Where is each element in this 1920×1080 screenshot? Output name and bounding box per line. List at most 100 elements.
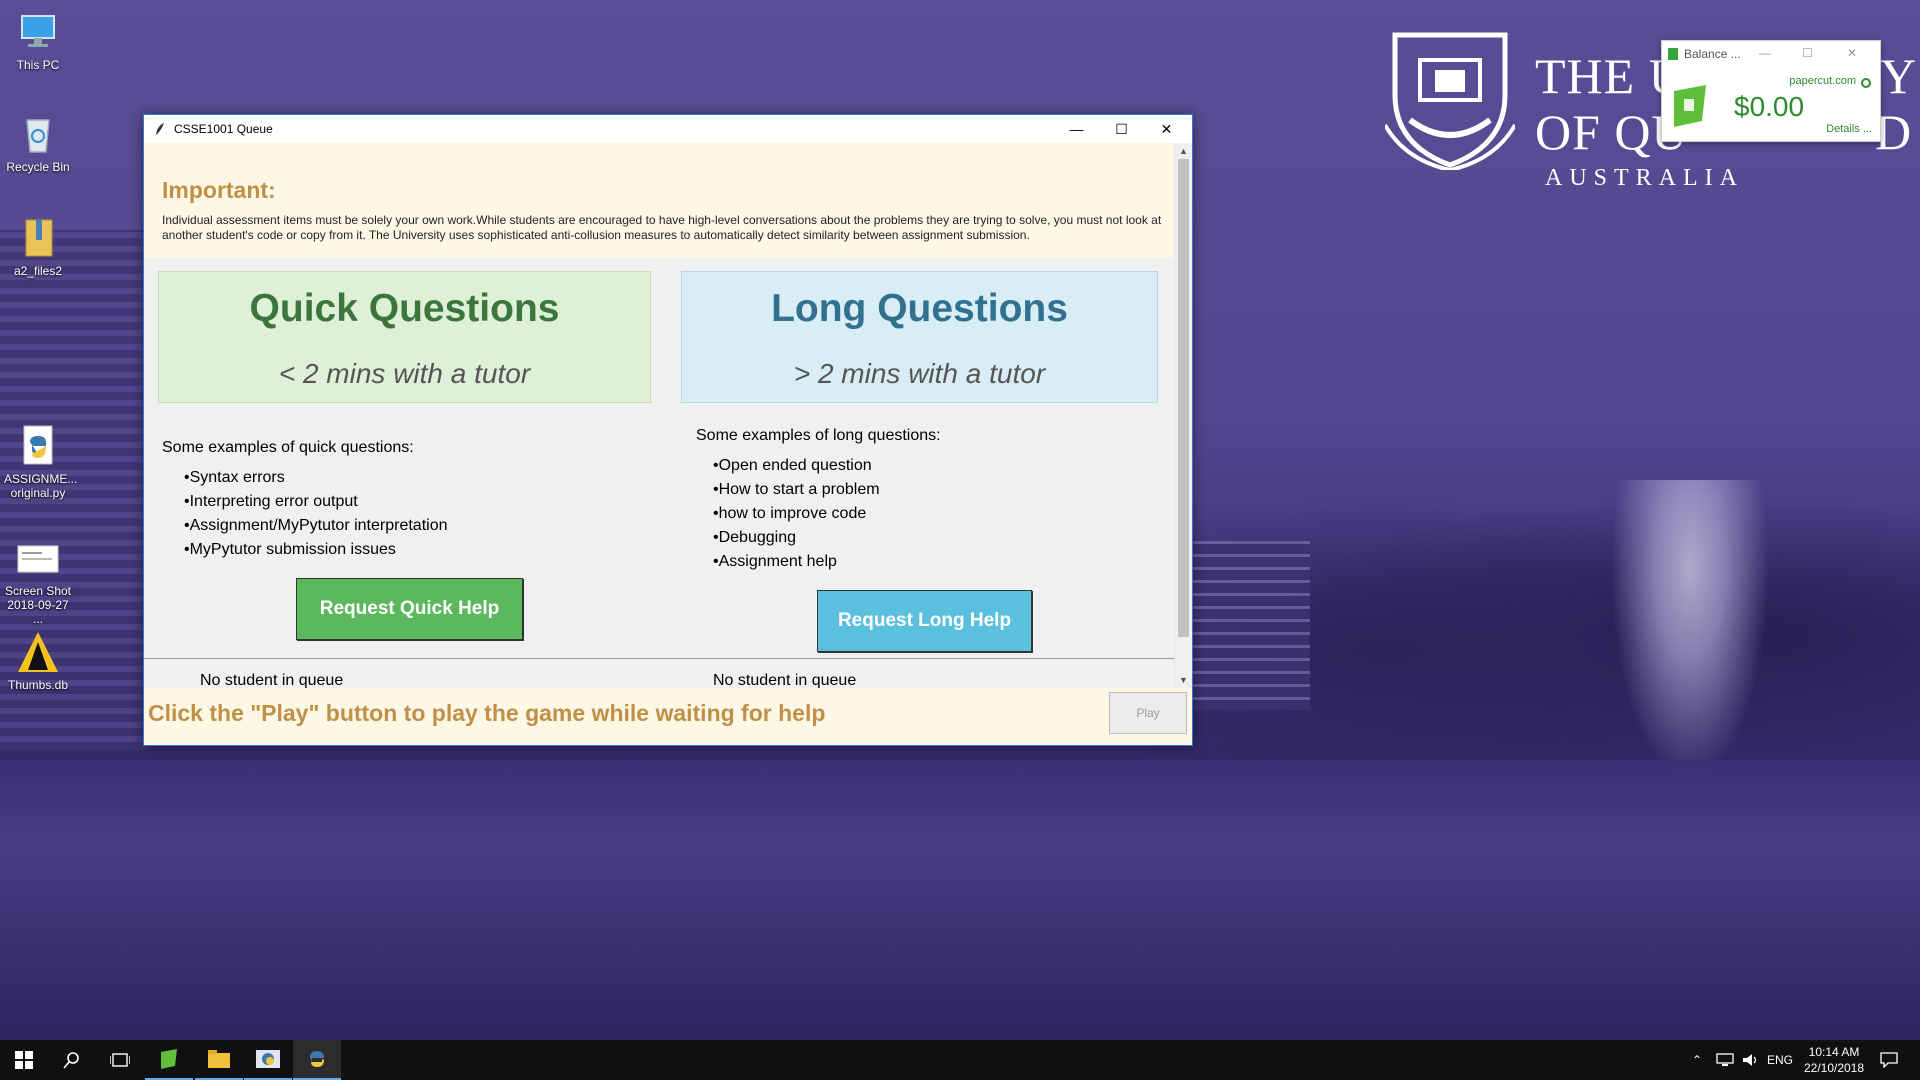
wallpaper-fountain (1610, 480, 1770, 780)
papercut-title: Balance ... (1684, 47, 1741, 61)
papercut-site-link[interactable]: papercut.com (1789, 75, 1856, 87)
important-text: Individual assessment items must be sole… (162, 213, 1162, 242)
quick-queue-status: No student in queue (200, 672, 344, 688)
window-titlebar[interactable]: CSSE1001 Queue — ☐ ✕ (144, 115, 1192, 143)
close-button[interactable]: ✕ (1144, 115, 1189, 143)
image-file-icon (17, 545, 59, 573)
taskbar-python-idle[interactable] (244, 1040, 292, 1080)
list-item: •Assignment help (713, 553, 837, 570)
desktop-icon-label: Screen Shot 2018-09-27 ... (4, 584, 72, 626)
papercut-details-link[interactable]: Details ... (1826, 123, 1872, 135)
search-button[interactable] (48, 1040, 96, 1080)
notification-icon (1880, 1052, 1898, 1068)
clock-date: 22/10/2018 (1803, 1061, 1865, 1075)
wallpaper-building (1180, 540, 1310, 710)
desktop-icon-label: Recycle Bin (6, 160, 70, 174)
quick-questions-panel: Quick Questions < 2 mins with a tutor (158, 271, 651, 403)
divider (144, 658, 1174, 659)
long-queue-status: No student in queue (713, 672, 857, 688)
volume-tray[interactable] (1742, 1040, 1760, 1080)
long-examples-heading: Some examples of long questions: (696, 427, 941, 444)
papercut-balance-window[interactable]: Balance ... — ☐ ✕ papercut.com $0.00 Det… (1661, 40, 1881, 142)
quick-examples-list: •Syntax errors •Interpreting error outpu… (184, 468, 448, 564)
list-item: •Interpreting error output (184, 493, 358, 510)
close-icon[interactable]: ✕ (1847, 46, 1857, 60)
desktop-icon-recycle-bin[interactable]: Recycle Bin (4, 112, 72, 174)
minimize-icon[interactable]: — (1759, 46, 1771, 60)
list-item: •how to improve code (713, 505, 867, 522)
thumbs-db-icon (18, 632, 58, 672)
minimize-button[interactable]: — (1054, 115, 1099, 143)
clock-time: 10:14 AM (1808, 1045, 1860, 1059)
desktop-icon-a2-files[interactable]: a2_files2 (4, 216, 72, 278)
folder-icon (208, 1050, 230, 1068)
desktop-icon-thumbs-db[interactable]: Thumbs.db (4, 630, 72, 692)
taskbar: ⌃ ENG 10:14 AM 22/10/2018 (0, 1040, 1920, 1080)
network-tray[interactable] (1716, 1040, 1734, 1080)
request-long-help-button[interactable]: Request Long Help (817, 590, 1032, 652)
zip-folder-icon (25, 219, 53, 257)
queue-app-window[interactable]: CSSE1001 Queue — ☐ ✕ Important: Individu… (143, 114, 1193, 746)
search-icon (63, 1052, 79, 1069)
tk-feather-icon (156, 123, 164, 135)
recycle-bin-icon (26, 119, 50, 153)
papercut-balance-amount: $0.00 (1734, 91, 1805, 122)
desktop-icon-screenshot[interactable]: Screen Shot 2018-09-27 ... (4, 536, 72, 626)
taskbar-papercut[interactable] (145, 1040, 193, 1080)
window-title: CSSE1001 Queue (174, 122, 273, 136)
play-button[interactable]: Play (1109, 692, 1187, 734)
scroll-down-icon[interactable]: ▼ (1179, 675, 1188, 685)
quick-questions-heading: Quick Questions (249, 287, 560, 330)
computer-icon (21, 15, 55, 47)
maximize-icon[interactable]: ☐ (1802, 46, 1813, 60)
refresh-icon[interactable] (1860, 77, 1872, 89)
taskbar-clock[interactable]: 10:14 AM 22/10/2018 (1800, 1044, 1868, 1076)
important-heading: Important: (162, 177, 276, 203)
quick-examples-heading: Some examples of quick questions: (162, 439, 414, 456)
long-examples-list: •Open ended question •How to start a pro… (713, 456, 880, 576)
papercut-app-icon (161, 1049, 177, 1069)
volume-icon (1743, 1054, 1757, 1066)
wallpaper-lake (0, 760, 1920, 1040)
minimize-icon: — (1069, 121, 1084, 137)
task-view-button[interactable] (96, 1040, 144, 1080)
long-questions-heading: Long Questions (771, 287, 1068, 330)
list-item: •Open ended question (713, 457, 872, 474)
taskbar-queue-app[interactable] (293, 1040, 341, 1080)
desktop-icon-label: This PC (16, 58, 60, 72)
windows-start-icon (15, 1051, 33, 1069)
tray-overflow[interactable]: ⌃ (1692, 1040, 1702, 1080)
list-item: •Syntax errors (184, 469, 285, 486)
request-quick-help-button[interactable]: Request Quick Help (296, 578, 523, 640)
important-notice: Important: Individual assessment items m… (144, 143, 1174, 257)
play-bar: Click the "Play" button to play the game… (144, 688, 1192, 745)
chevron-up-icon[interactable]: ⌃ (1692, 1053, 1702, 1067)
desktop-icon-python-file[interactable]: ASSIGNME... original.py (4, 424, 78, 500)
vertical-scrollbar[interactable]: ▲ ▼ (1174, 143, 1192, 688)
python-file-icon (23, 425, 53, 465)
list-item: •MyPytutor submission issues (184, 541, 396, 558)
desktop-icon-this-pc[interactable]: This PC (4, 10, 72, 72)
uq-logo-line: Y (1880, 48, 1918, 104)
action-center[interactable] (1880, 1040, 1898, 1080)
desktop-icon-label: a2_files2 (13, 264, 63, 278)
desktop-icon-label: ASSIGNME... original.py (4, 472, 78, 500)
language-indicator[interactable]: ENG (1767, 1040, 1793, 1080)
start-button[interactable] (0, 1040, 48, 1080)
uq-crest-icon (1385, 32, 1515, 170)
taskbar-file-explorer[interactable] (195, 1040, 243, 1080)
maximize-icon: ☐ (1115, 120, 1128, 137)
play-hint-text: Click the "Play" button to play the game… (148, 700, 826, 726)
papercut-logo-icon (1674, 85, 1706, 127)
python-icon (310, 1051, 324, 1067)
network-icon (1716, 1053, 1734, 1066)
desktop-icon-label: Thumbs.db (7, 678, 69, 692)
window-content: Important: Individual assessment items m… (144, 143, 1174, 688)
maximize-button[interactable]: ☐ (1099, 115, 1144, 143)
scroll-up-icon[interactable]: ▲ (1179, 146, 1188, 156)
list-item: •How to start a problem (713, 481, 880, 498)
papercut-titlebar: Balance ... — ☐ ✕ (1662, 41, 1880, 67)
python-idle-icon (256, 1050, 280, 1068)
scrollbar-thumb[interactable] (1178, 159, 1189, 637)
papercut-small-icon (1668, 48, 1678, 60)
